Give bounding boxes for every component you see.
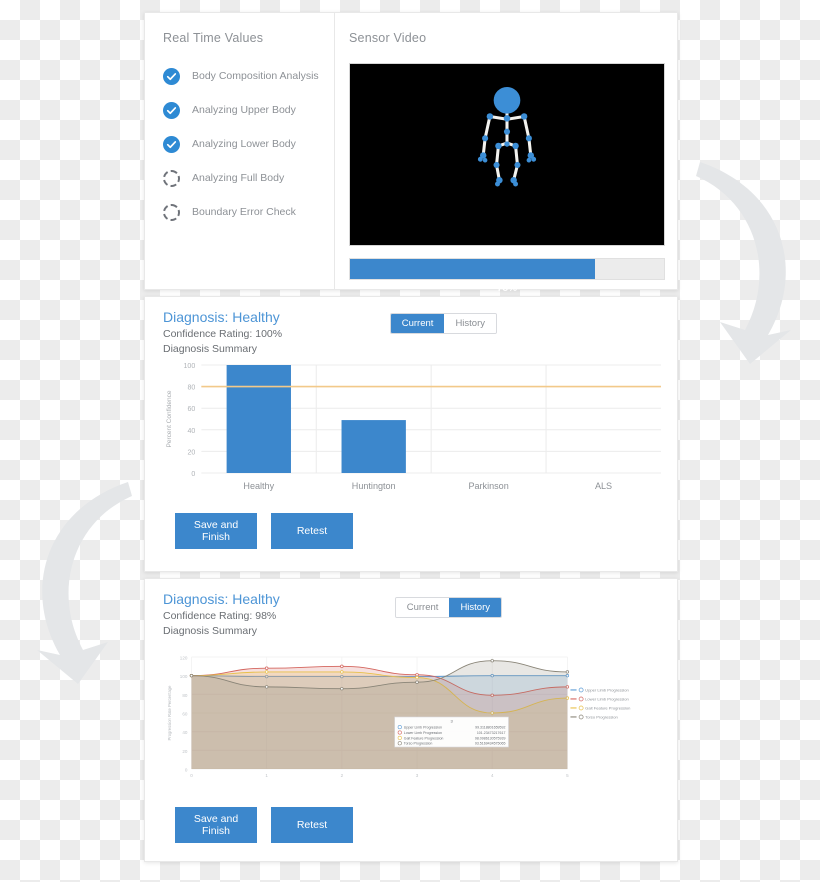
- svg-text:Lower Limb Progression: Lower Limb Progression: [404, 731, 442, 735]
- view-toggle-group: Current History: [389, 313, 497, 334]
- confidence-bar-chart: 0 20 40 60 80 100 Healthy Huntington Parkinson AL…: [159, 359, 663, 499]
- svg-text:Lower Limb Progression: Lower Limb Progression: [585, 697, 629, 702]
- status-item-label: Analyzing Lower Body: [192, 138, 296, 150]
- retest-button[interactable]: Retest: [271, 807, 353, 843]
- svg-text:4: 4: [491, 773, 494, 778]
- svg-text:101.23473217617: 101.23473217617: [477, 731, 506, 735]
- sensor-video-column: Sensor Video 78%: [335, 13, 677, 294]
- svg-text:Healthy: Healthy: [243, 481, 274, 491]
- check-circle-icon: [163, 135, 180, 153]
- svg-text:1: 1: [265, 773, 268, 778]
- svg-text:3: 3: [416, 773, 419, 778]
- status-item-body-composition: Body Composition Analysis: [163, 63, 334, 89]
- svg-text:100: 100: [180, 674, 188, 679]
- tab-history[interactable]: History: [449, 598, 501, 617]
- svg-text:Parkinson: Parkinson: [468, 481, 508, 491]
- pending-circle-icon: [163, 203, 180, 221]
- tab-history[interactable]: History: [444, 314, 496, 333]
- svg-text:0: 0: [190, 773, 193, 778]
- view-toggle-group: Current History: [394, 597, 502, 618]
- svg-text:60: 60: [182, 712, 188, 717]
- svg-text:60: 60: [187, 406, 195, 413]
- progress-fill: [350, 259, 595, 279]
- action-button-row: Save and Finish Retest: [175, 513, 353, 549]
- svg-text:Huntington: Huntington: [352, 481, 396, 491]
- svg-text:Progression Rate Percentage: Progression Rate Percentage: [167, 685, 172, 741]
- check-circle-icon: [163, 101, 180, 119]
- history-diagnosis-panel: Diagnosis: Healthy Confidence Rating: 98…: [144, 578, 678, 862]
- action-button-row: Save and Finish Retest: [175, 807, 353, 843]
- progression-area-chart: 0 20 40 60 80 100 120 0 1 2 3 4 5 Progression Rate Pe…: [161, 651, 669, 796]
- svg-text:99.3118801659592: 99.3118801659592: [475, 726, 505, 730]
- save-and-finish-button[interactable]: Save and Finish: [175, 807, 257, 843]
- realtime-panel: Real Time Values Body Composition Analys…: [144, 12, 678, 294]
- svg-text:Percent Confidence: Percent Confidence: [166, 390, 173, 447]
- svg-text:80: 80: [182, 693, 188, 698]
- status-item-label: Boundary Error Check: [192, 206, 296, 218]
- svg-text:98.0986130575939: 98.0986130575939: [475, 736, 506, 740]
- current-diagnosis-panel: Diagnosis: Healthy Confidence Rating: 10…: [144, 296, 678, 572]
- tab-current[interactable]: Current: [390, 314, 445, 333]
- svg-text:Upper Limb Progression: Upper Limb Progression: [404, 726, 442, 730]
- analysis-progress-bar: 78%: [349, 258, 665, 294]
- svg-text:93.5169434575065: 93.5169434575065: [475, 742, 506, 746]
- save-and-finish-button[interactable]: Save and Finish: [175, 513, 257, 549]
- svg-text:40: 40: [182, 730, 188, 735]
- svg-text:120: 120: [180, 656, 188, 661]
- svg-text:5: 5: [566, 773, 569, 778]
- svg-text:100: 100: [184, 363, 196, 370]
- sensor-video-title: Sensor Video: [349, 31, 427, 45]
- svg-text:Torso Progression: Torso Progression: [404, 742, 433, 746]
- flow-arrow-right-icon: [688, 150, 818, 370]
- sensor-video-feed: [349, 63, 665, 246]
- status-item-boundary-error: Boundary Error Check: [163, 199, 334, 225]
- svg-text:0: 0: [191, 471, 195, 478]
- svg-text:Torso Progression: Torso Progression: [585, 715, 618, 720]
- svg-text:Upper Limb Progression: Upper Limb Progression: [585, 688, 629, 693]
- tab-current[interactable]: Current: [395, 598, 450, 617]
- realtime-left-column: Real Time Values Body Composition Analys…: [145, 13, 335, 289]
- flow-arrow-left-icon: [10, 470, 140, 690]
- svg-text:40: 40: [187, 428, 195, 435]
- retest-button[interactable]: Retest: [271, 513, 353, 549]
- realtime-title: Real Time Values: [163, 31, 264, 45]
- svg-text:Gait Feature Progression: Gait Feature Progression: [585, 706, 630, 711]
- pending-circle-icon: [163, 169, 180, 187]
- svg-text:20: 20: [182, 749, 188, 754]
- check-circle-icon: [163, 67, 180, 85]
- svg-text:0: 0: [185, 768, 188, 773]
- status-item-label: Analyzing Full Body: [192, 172, 285, 184]
- status-list: Body Composition Analysis Analyzing Uppe…: [163, 63, 334, 225]
- status-item-label: Body Composition Analysis: [192, 70, 319, 82]
- diagnosis-summary-label: Diagnosis Summary: [163, 343, 257, 355]
- skeleton-tracking-graphic: [477, 86, 537, 187]
- status-item-lower-body: Analyzing Lower Body: [163, 131, 334, 157]
- svg-text:20: 20: [187, 449, 195, 456]
- svg-text:Gait Feature Progression: Gait Feature Progression: [404, 736, 444, 740]
- status-item-label: Analyzing Upper Body: [192, 104, 296, 116]
- svg-text:80: 80: [187, 385, 195, 392]
- svg-text:ALS: ALS: [595, 481, 612, 491]
- svg-text:2: 2: [341, 773, 344, 778]
- diagnosis-summary-label: Diagnosis Summary: [163, 625, 257, 637]
- status-item-upper-body: Analyzing Upper Body: [163, 97, 334, 123]
- status-item-full-body: Analyzing Full Body: [163, 165, 334, 191]
